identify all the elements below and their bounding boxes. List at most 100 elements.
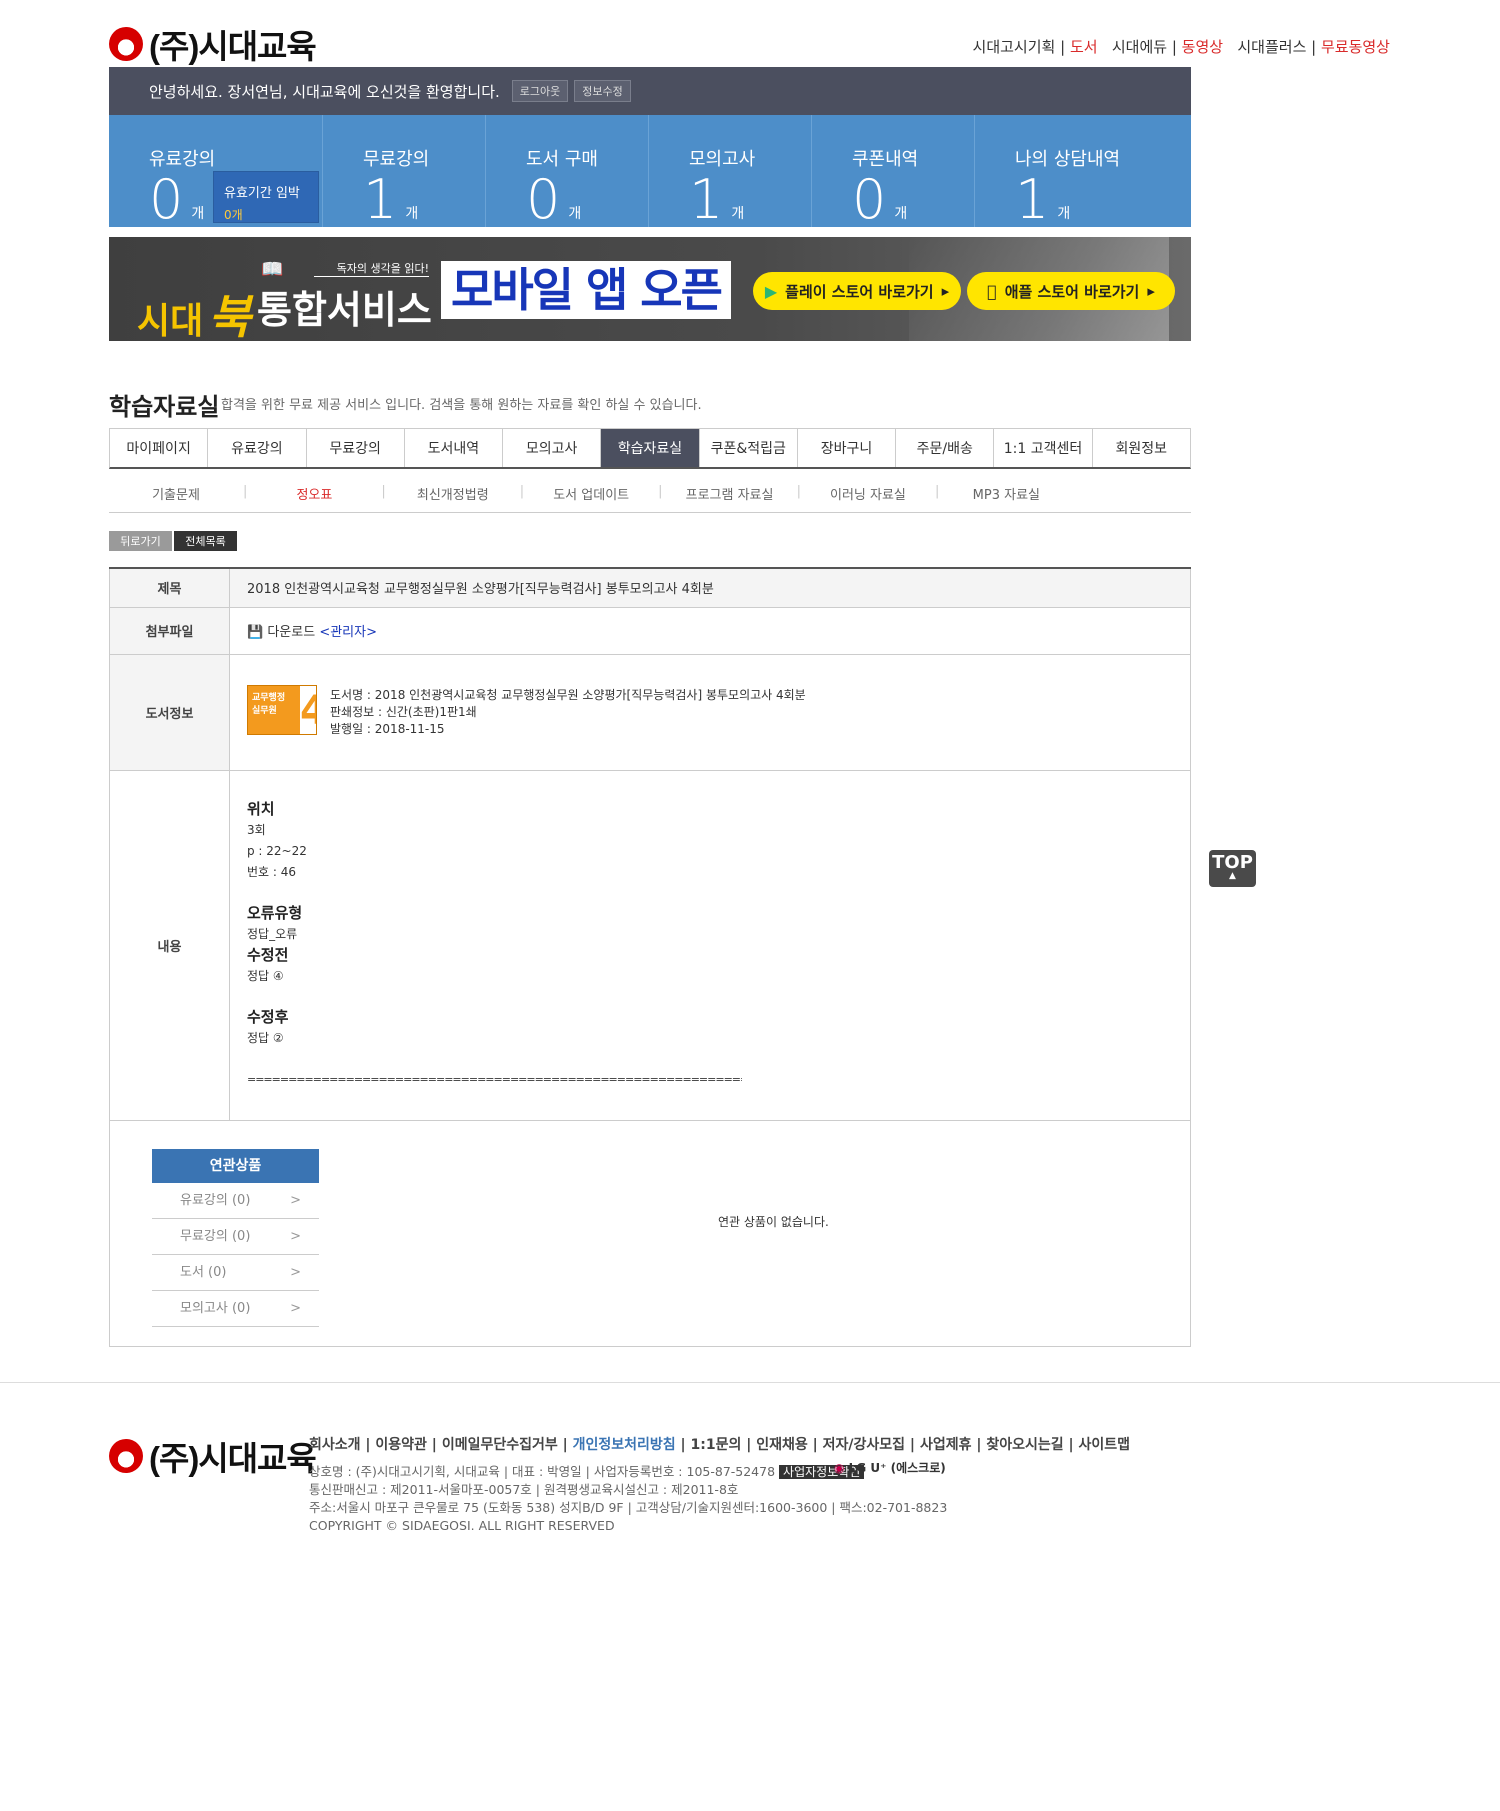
arrow-right-icon: ▸ bbox=[1142, 282, 1155, 300]
lg-uplus-escrow[interactable]: ◉ LG U⁺ (에스크로) bbox=[834, 1459, 946, 1476]
tab-support[interactable]: 1:1 고객센터 bbox=[994, 429, 1093, 467]
tab-member-info[interactable]: 회원정보 bbox=[1092, 429, 1190, 467]
greeting-text: 안녕하세요. 장서연님, 시대교육에 오신것을 환영합니다. bbox=[149, 82, 500, 101]
related-item-free[interactable]: 무료강의 (0) > bbox=[152, 1219, 319, 1255]
book-publish-date: 발행일 : 2018-11-15 bbox=[330, 721, 445, 736]
tab-study-materials[interactable]: 학습자료실 bbox=[601, 429, 700, 467]
footer-link-careers[interactable]: 인재채용 bbox=[756, 1437, 808, 1453]
position-page: p : 22~22 bbox=[247, 843, 307, 858]
stat-paid-lectures[interactable]: 유료강의 0개 유효기간 임박 0개 bbox=[109, 115, 323, 227]
position-round: 3회 bbox=[247, 822, 266, 837]
stat-free-lectures[interactable]: 무료강의 1개 bbox=[323, 115, 486, 227]
before-label: 수정전 bbox=[247, 945, 289, 964]
book-info-cell: 교무행정 실무원 4 도서명 : 2018 인천광역시교육청 교무행정실무원 소… bbox=[229, 653, 1191, 771]
footer-logo[interactable]: (주)시대교육 bbox=[109, 1432, 317, 1480]
related-item-label: 모의고사 (0) bbox=[180, 1301, 251, 1316]
banner-service: 통합서비스 bbox=[257, 288, 432, 332]
chevron-right-icon: > bbox=[290, 1301, 301, 1316]
error-type-label: 오류유형 bbox=[247, 903, 303, 922]
tab-paid-lectures[interactable]: 유료강의 bbox=[208, 429, 307, 467]
banner-tagline: 독자의 생각을 읽다! bbox=[314, 260, 429, 277]
position-number: 번호 : 46 bbox=[247, 864, 297, 879]
footer-link-about[interactable]: 회사소개 bbox=[309, 1437, 361, 1453]
subtab-programs[interactable]: 프로그램 자료실 bbox=[663, 484, 797, 503]
admin-label: <관리자> bbox=[319, 625, 377, 640]
stat-unit: 개 bbox=[894, 206, 908, 222]
footer-link-inquiry[interactable]: 1:1문의 bbox=[691, 1437, 742, 1453]
footer-link-directions[interactable]: 찾아오시는길 bbox=[986, 1437, 1063, 1453]
banner-brand-text: 시대 bbox=[137, 301, 204, 341]
link-sidaegosi[interactable]: 시대고시기획 bbox=[973, 38, 1056, 56]
app-store-button[interactable]:  애플 스토어 바로가기 ▸ bbox=[967, 272, 1175, 310]
link-free-video[interactable]: 무료동영상 bbox=[1321, 38, 1390, 56]
subtab-mp3[interactable]: MP3 자료실 bbox=[939, 484, 1073, 503]
back-button[interactable]: 뒤로가기 bbox=[109, 531, 172, 551]
link-sidaeplus[interactable]: 시대플러스 bbox=[1237, 38, 1306, 56]
footer-link-partnership[interactable]: 사업제휴 bbox=[920, 1437, 972, 1453]
tab-cart[interactable]: 장바구니 bbox=[797, 429, 897, 467]
site-logo[interactable]: (주)시대교육 bbox=[109, 20, 317, 68]
title-header: 제목 bbox=[109, 567, 230, 608]
tab-orders[interactable]: 주문/배송 bbox=[896, 429, 995, 467]
book-info-header: 도서정보 bbox=[109, 653, 230, 771]
after-label: 수정후 bbox=[247, 1007, 289, 1026]
expire-label: 유효기간 임박 bbox=[224, 186, 300, 201]
edit-info-button[interactable]: 정보수정 bbox=[574, 80, 631, 102]
scroll-top-button[interactable]: TOP ▲ bbox=[1209, 850, 1256, 887]
subtab-past-exams[interactable]: 기출문제 bbox=[109, 484, 243, 503]
logout-button[interactable]: 로그아웃 bbox=[511, 80, 569, 102]
subtab-book-updates[interactable]: 도서 업데이트 bbox=[524, 484, 658, 503]
book-cover-image[interactable]: 교무행정 실무원 4 bbox=[247, 684, 317, 735]
list-all-button[interactable]: 전체목록 bbox=[174, 531, 237, 551]
related-item-paid[interactable]: 유료강의 (0) > bbox=[152, 1183, 319, 1219]
subtab-elearning[interactable]: 이러닝 자료실 bbox=[801, 484, 935, 503]
footer-link-terms[interactable]: 이용약관 bbox=[375, 1437, 427, 1453]
app-open-banner[interactable]: 시대 북 📖 독자의 생각을 읽다! 통합서비스 모바일 앱 오픈 ▶ 플레이 … bbox=[109, 237, 1191, 341]
footer-link-sitemap[interactable]: 사이트맵 bbox=[1079, 1437, 1131, 1453]
save-icon: 💾 bbox=[247, 625, 264, 640]
chevron-right-icon: > bbox=[290, 1229, 301, 1244]
logo-mark-icon bbox=[109, 1439, 143, 1473]
book-name: 도서명 : 2018 인천광역시교육청 교무행정실무원 소양평가[직무능력검사]… bbox=[330, 687, 806, 702]
footer-links: 회사소개 | 이용약관 | 이메일무단수집거부 | 개인정보처리방침 | 1:1… bbox=[309, 1437, 1131, 1453]
content-divider: ========================================… bbox=[247, 1072, 742, 1086]
footer-link-privacy[interactable]: 개인정보처리방침 bbox=[573, 1437, 676, 1453]
stat-unit: 개 bbox=[731, 206, 745, 222]
play-store-button[interactable]: ▶ 플레이 스토어 바로가기 ▸ bbox=[753, 272, 961, 310]
book-print-info: 판쇄정보 : 신간(초판)1판1쇄 bbox=[330, 704, 477, 719]
stat-mock-exams[interactable]: 모의고사 1개 bbox=[649, 115, 812, 227]
expire-soon-badge[interactable]: 유효기간 임박 0개 bbox=[213, 171, 319, 223]
stat-value: 0 bbox=[149, 168, 184, 231]
stat-value: 1 bbox=[1015, 168, 1050, 231]
tab-free-lectures[interactable]: 무료강의 bbox=[306, 429, 405, 467]
stat-coupons[interactable]: 쿠폰내역 0개 bbox=[812, 115, 975, 227]
footer-link-no-email[interactable]: 이메일무단수집거부 bbox=[442, 1437, 558, 1453]
related-item-label: 무료강의 (0) bbox=[180, 1229, 251, 1244]
post-title: 2018 인천광역시교육청 교무행정실무원 소양평가[직무능력검사] 봉투모의고… bbox=[229, 567, 1191, 608]
subtab-laws[interactable]: 최신개정법령 bbox=[386, 484, 520, 503]
tab-books[interactable]: 도서내역 bbox=[404, 429, 504, 467]
chevron-right-icon: > bbox=[290, 1265, 301, 1280]
related-item-mock[interactable]: 모의고사 (0) > bbox=[152, 1291, 319, 1327]
link-video[interactable]: 동영상 bbox=[1182, 38, 1223, 56]
stat-consultations[interactable]: 나의 상담내역 1개 bbox=[975, 115, 1191, 227]
page-description: 합격을 위한 무료 제공 서비스 입니다. 검색을 통해 원하는 자료를 확인 … bbox=[221, 398, 702, 413]
related-item-books[interactable]: 도서 (0) > bbox=[152, 1255, 319, 1291]
footer-divider bbox=[0, 1382, 1500, 1383]
book-cover-text: 교무행정 실무원 bbox=[252, 692, 286, 716]
link-sidaeedu[interactable]: 시대에듀 bbox=[1112, 38, 1167, 56]
tab-mock-exams[interactable]: 모의고사 bbox=[503, 429, 602, 467]
stat-book-purchase[interactable]: 도서 구매 0개 bbox=[486, 115, 649, 227]
greeting-bar: 안녕하세요. 장서연님, 시대교육에 오신것을 환영합니다. 로그아웃 정보수정 bbox=[109, 67, 1191, 115]
chevron-right-icon: > bbox=[290, 1193, 301, 1208]
link-books[interactable]: 도서 bbox=[1070, 38, 1098, 56]
footer-link-recruit[interactable]: 저자/강사모집 bbox=[823, 1437, 905, 1453]
related-item-label: 도서 (0) bbox=[180, 1265, 227, 1280]
tab-coupons[interactable]: 쿠폰&적립금 bbox=[699, 429, 798, 467]
subtab-errata[interactable]: 정오표 bbox=[247, 484, 381, 503]
download-link[interactable]: 다운로드 bbox=[267, 625, 315, 640]
logo-text: (주)시대교육 bbox=[149, 1440, 317, 1477]
related-menu: 연관상품 유료강의 (0) > 무료강의 (0) > 도서 (0) > 모의고사 (0… bbox=[152, 1149, 319, 1327]
tab-mypage[interactable]: 마이페이지 bbox=[110, 429, 209, 467]
arrow-right-icon: ▸ bbox=[941, 282, 950, 300]
